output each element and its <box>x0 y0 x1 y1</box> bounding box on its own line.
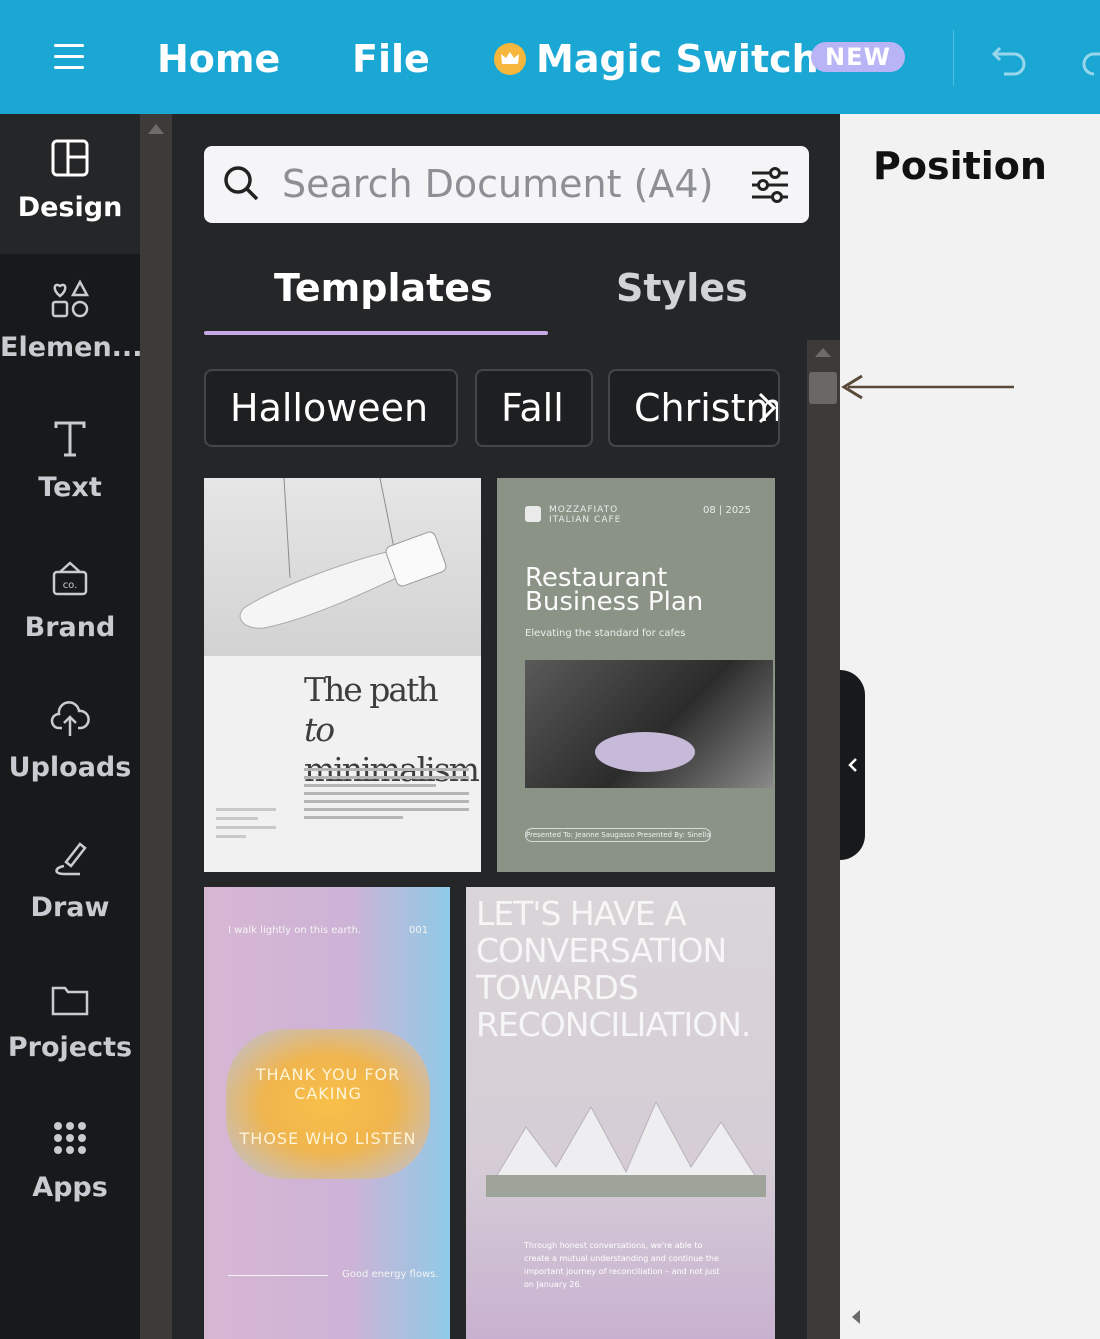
position-heading: Position <box>873 144 1047 188</box>
undo-icon[interactable] <box>990 40 1030 80</box>
collapse-panel-handle[interactable] <box>840 670 865 860</box>
template-image <box>525 660 773 788</box>
template-footer: Presented To: Jeanne Saugasso Presented … <box>525 828 711 842</box>
template-description: Through honest conversations, we're able… <box>524 1241 720 1289</box>
chevron-right-icon[interactable] <box>752 384 782 432</box>
search-placeholder: Search Document (A4) <box>282 162 714 206</box>
template-caption: I walk lightly on this earth. <box>228 925 362 936</box>
crown-icon <box>494 43 526 75</box>
top-toolbar: Home File Magic Switch NEW <box>0 0 1100 114</box>
templates-panel: Search Document (A4) Templates Styles Ha… <box>172 114 840 1339</box>
scroll-up-arrow-icon[interactable] <box>148 124 164 134</box>
active-tab-indicator <box>204 331 548 335</box>
template-meta <box>216 808 276 844</box>
template-card-minimalism[interactable]: The path to minimalism <box>204 478 481 872</box>
left-sidebar: Design Elemen... Text co. Brand Uploads … <box>0 114 140 1339</box>
upload-cloud-icon <box>50 701 90 736</box>
home-menu[interactable]: Home <box>157 34 280 84</box>
sidebar-item-label: Brand <box>24 612 116 643</box>
template-subtitle: Elevating the standard for cafes <box>525 628 686 639</box>
new-badge: NEW <box>811 42 905 72</box>
template-card-restaurant[interactable]: MOZZAFIATO ITALIAN CAFE 08 | 2025 Restau… <box>497 478 775 872</box>
template-card-reconciliation[interactable]: LET'S HAVE A CONVERSATION TOWARDS RECONC… <box>466 887 775 1339</box>
sidebar-item-label: Uploads <box>8 752 132 783</box>
search-input[interactable]: Search Document (A4) <box>204 146 809 223</box>
tab-styles[interactable]: Styles <box>616 264 748 312</box>
apps-grid-icon <box>54 1122 86 1154</box>
template-number: 001 <box>409 925 429 936</box>
sidebar-item-brand[interactable]: co. Brand <box>0 534 140 674</box>
scroll-up-arrow-icon[interactable] <box>815 348 831 357</box>
toolbar-divider <box>953 30 954 86</box>
chip-halloween[interactable]: Halloween <box>204 369 458 447</box>
scroll-left-arrow-icon[interactable] <box>852 1310 860 1324</box>
search-icon <box>224 166 259 201</box>
tab-templates[interactable]: Templates <box>274 264 493 312</box>
magic-switch-button[interactable]: Magic Switch <box>536 34 819 84</box>
hamburger-menu-icon[interactable] <box>54 44 84 70</box>
template-body-text <box>304 768 469 824</box>
sidebar-item-draw[interactable]: Draw <box>0 814 140 954</box>
chevron-left-icon <box>848 758 857 772</box>
sidebar-item-projects[interactable]: Projects <box>0 954 140 1094</box>
sidebar-item-label: Apps <box>32 1172 108 1203</box>
scrollbar-thumb[interactable] <box>809 372 837 404</box>
file-menu[interactable]: File <box>352 34 430 84</box>
annotation-arrow-icon <box>841 374 1014 400</box>
sidebar-scrollbar[interactable] <box>140 114 172 1339</box>
svg-text:co.: co. <box>63 580 78 591</box>
folder-icon <box>51 986 89 1016</box>
sidebar-item-label: Text <box>38 472 102 503</box>
sidebar-item-label: Elemen... <box>0 332 140 363</box>
template-graphic: THANK YOU FOR CAKING THOSE WHO LISTEN <box>226 1029 430 1179</box>
sidebar-item-label: Projects <box>7 1032 133 1063</box>
chip-fall[interactable]: Fall <box>475 369 593 447</box>
filter-sliders-icon[interactable] <box>750 165 790 205</box>
layout-icon <box>51 139 89 177</box>
panel-scrollbar[interactable] <box>807 340 840 1339</box>
elements-icon <box>51 279 90 318</box>
sidebar-item-uploads[interactable]: Uploads <box>0 674 140 814</box>
template-date: 08 | 2025 <box>703 505 751 516</box>
position-panel: Position <box>840 114 1100 1339</box>
sidebar-item-text[interactable]: Text <box>0 394 140 534</box>
template-caption: Good energy flows. <box>342 1269 439 1280</box>
redo-icon[interactable] <box>1082 40 1100 80</box>
sidebar-item-label: Draw <box>30 892 110 923</box>
template-brand: MOZZAFIATO ITALIAN CAFE <box>549 505 622 525</box>
sidebar-item-design[interactable]: Design <box>0 114 140 254</box>
template-title: LET'S HAVE A CONVERSATION TOWARDS RECONC… <box>476 894 751 1044</box>
template-card-good-energy[interactable]: I walk lightly on this earth. 001 THANK … <box>204 887 450 1339</box>
sidebar-item-apps[interactable]: Apps <box>0 1094 140 1234</box>
template-logo <box>525 506 541 522</box>
template-divider <box>228 1275 328 1276</box>
brand-icon: co. <box>52 561 88 596</box>
text-icon <box>54 421 86 457</box>
sidebar-item-label: Design <box>17 192 123 223</box>
draw-icon <box>55 842 87 876</box>
template-title: Restaurant Business Plan <box>525 563 704 617</box>
sidebar-item-elements[interactable]: Elemen... <box>0 254 140 394</box>
template-image <box>486 1100 766 1197</box>
template-image <box>204 478 481 656</box>
